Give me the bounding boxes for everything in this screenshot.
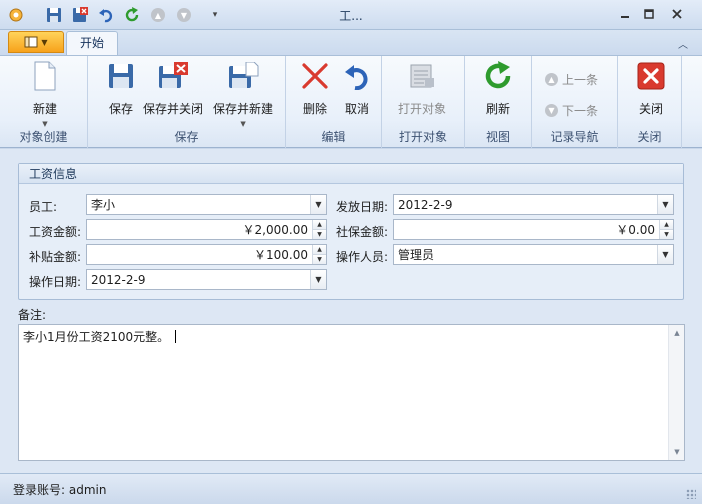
resize-grip-icon[interactable] <box>686 489 696 499</box>
next-record-button[interactable]: ▼ 下一条 <box>545 102 598 119</box>
employee-select[interactable]: 李小 ▼ <box>86 194 327 215</box>
save-close-icon <box>156 60 190 92</box>
maximize-icon[interactable] <box>638 5 660 23</box>
close-window-icon[interactable] <box>666 5 688 23</box>
close-icon <box>634 60 668 92</box>
chevron-down-icon[interactable]: ▼ <box>657 195 673 214</box>
group-nav: ▲ 上一条 ▼ 下一条 记录导航 <box>532 56 618 148</box>
application-menu-button[interactable]: ▼ <box>8 31 64 53</box>
pay-date-picker[interactable]: 2012-2-9 ▼ <box>393 194 674 215</box>
save-new-button[interactable]: 保存并新建 ▼ <box>213 60 273 128</box>
subsidy-amount-input[interactable]: ￥100.00 ▲ ▼ <box>86 244 327 265</box>
group-label-edit: 编辑 <box>321 130 346 144</box>
prev-record-button[interactable]: ▲ 上一条 <box>545 71 598 88</box>
group-edit: 删除 取消 编辑 <box>286 56 382 148</box>
refresh-button[interactable]: 刷新 <box>481 60 515 117</box>
ribbon-collapse-icon[interactable]: ︿ <box>678 36 688 51</box>
subsidy-label: 补贴金额: <box>29 250 82 264</box>
app-menu-icon <box>24 36 38 48</box>
minimize-icon[interactable] <box>614 5 636 23</box>
salary-stepper[interactable]: ▲ ▼ <box>312 220 326 239</box>
social-insurance-label: 社保金额: <box>336 225 389 239</box>
notes-text: 李小1月份工资2100元整。 <box>23 330 170 344</box>
tab-home[interactable]: 开始 <box>66 31 118 56</box>
operator-select[interactable]: 管理员 ▼ <box>393 244 674 265</box>
salary-info-group: 工资信息 员工: 李小 ▼ 工资金额: ￥2,000.00 ▲ ▼ 补贴金额: ￥… <box>18 163 684 300</box>
group-view: 刷新 视图 <box>465 56 532 148</box>
scroll-down-icon[interactable]: ▼ <box>669 444 685 460</box>
delete-button[interactable]: 删除 <box>298 60 332 117</box>
open-object-button[interactable]: 打开对象 <box>398 60 446 117</box>
operator-label: 操作人员: <box>336 250 389 264</box>
ribbon: 新建 ▼ 对象创建 保存 保存并关闭 保存并新建 ▼ 保存 删除 取消 编辑 打… <box>0 55 702 148</box>
group-save: 保存 保存并关闭 保存并新建 ▼ 保存 <box>88 56 286 148</box>
chevron-down-icon[interactable]: ▼ <box>310 270 326 289</box>
close-button[interactable]: 关闭 <box>634 60 668 117</box>
notes-scrollbar[interactable]: ▲ ▼ <box>668 325 684 460</box>
save-icon <box>104 60 138 92</box>
notes-textarea[interactable]: 李小1月份工资2100元整。 ▲ ▼ <box>18 324 685 461</box>
group-create: 新建 ▼ 对象创建 <box>0 56 88 148</box>
group-open: 打开对象 打开对象 <box>382 56 465 148</box>
refresh-icon <box>481 60 515 92</box>
group-label-save: 保存 <box>174 130 199 144</box>
open-object-icon <box>405 60 439 92</box>
group-close: 关闭 关闭 <box>618 56 682 148</box>
new-button[interactable]: 新建 ▼ <box>28 60 62 128</box>
up-arrow-icon: ▲ <box>545 73 558 86</box>
salary-label: 工资金额: <box>29 225 82 239</box>
status-bar: 登录账号: admin <box>0 473 702 504</box>
login-account-status: 登录账号: admin <box>13 483 107 497</box>
employee-label: 员工: <box>29 200 58 214</box>
salary-info-title: 工资信息 <box>19 164 683 184</box>
chevron-down-icon: ▼ <box>240 120 246 128</box>
salary-amount-input[interactable]: ￥2,000.00 ▲ ▼ <box>86 219 327 240</box>
cancel-button[interactable]: 取消 <box>340 60 374 117</box>
subsidy-stepper[interactable]: ▲ ▼ <box>312 245 326 264</box>
social-insurance-stepper[interactable]: ▲ ▼ <box>659 220 673 239</box>
scroll-up-icon[interactable]: ▲ <box>669 325 685 341</box>
group-label-nav: 记录导航 <box>550 130 599 144</box>
chevron-down-icon: ▼ <box>41 37 48 47</box>
form-content: 工资信息 员工: 李小 ▼ 工资金额: ￥2,000.00 ▲ ▼ 补贴金额: ￥… <box>0 149 702 473</box>
group-label-create: 对象创建 <box>19 130 68 144</box>
ribbon-tab-row: ▼ 开始 ︿ <box>0 30 702 56</box>
title-bar: ▲ ▼ ▾ 工... <box>0 0 702 30</box>
social-insurance-input[interactable]: ￥0.00 ▲ ▼ <box>393 219 674 240</box>
group-label-open: 打开对象 <box>398 130 447 144</box>
undo-icon <box>340 60 374 92</box>
chevron-down-icon: ▼ <box>42 120 48 128</box>
new-document-icon <box>28 60 62 92</box>
delete-x-icon <box>298 60 332 92</box>
window-title: 工... <box>339 9 363 23</box>
group-label-close: 关闭 <box>637 130 662 144</box>
save-button[interactable]: 保存 <box>104 60 138 117</box>
chevron-down-icon[interactable]: ▼ <box>310 195 326 214</box>
text-cursor <box>175 330 177 343</box>
pay-date-label: 发放日期: <box>336 200 389 214</box>
operation-date-label: 操作日期: <box>29 275 82 289</box>
save-new-icon <box>226 60 260 92</box>
save-close-button[interactable]: 保存并关闭 <box>143 60 203 117</box>
chevron-down-icon[interactable]: ▼ <box>657 245 673 264</box>
group-label-view: 视图 <box>485 130 510 144</box>
notes-label: 备注: <box>18 308 47 322</box>
operation-date-picker[interactable]: 2012-2-9 ▼ <box>86 269 327 290</box>
down-arrow-icon: ▼ <box>545 104 558 117</box>
